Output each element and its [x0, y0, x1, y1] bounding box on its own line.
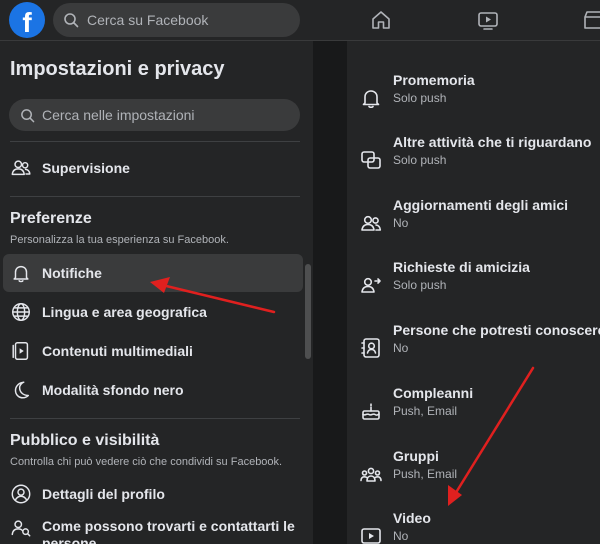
list-item-groups[interactable]: Gruppi Push, Email	[347, 448, 600, 498]
sidebar-item-label: Notifiche	[42, 265, 102, 281]
groups-icon	[360, 467, 382, 482]
overlap-squares-icon	[361, 151, 381, 169]
sidebar-item-profile-details[interactable]: Dettagli del profilo	[3, 475, 303, 513]
list-item-reminders[interactable]: Promemoria Solo push	[347, 72, 600, 122]
sidebar-item-label: Modalità sfondo nero	[42, 382, 184, 398]
sidebar-item-supervision[interactable]: Supervisione	[3, 149, 303, 187]
people-icon	[11, 160, 31, 176]
search-icon	[21, 108, 35, 122]
watch-video-icon[interactable]	[476, 8, 500, 32]
birthday-cake-icon	[362, 403, 380, 420]
list-item-other-activity[interactable]: Altre attività che ti riguardano Solo pu…	[347, 134, 600, 184]
sidebar-item-label: Dettagli del profilo	[42, 486, 165, 502]
search-icon	[64, 13, 79, 28]
row-title: Richieste di amicizia	[393, 259, 530, 275]
row-status: No	[393, 529, 409, 543]
people-search-icon	[11, 520, 31, 537]
list-item-friend-requests[interactable]: Richieste di amicizia Solo push	[347, 259, 600, 309]
contact-card-icon	[361, 338, 380, 358]
media-icon	[12, 342, 29, 360]
divider	[10, 141, 300, 142]
row-title: Gruppi	[393, 448, 439, 464]
row-status: Solo push	[393, 91, 447, 105]
facebook-logo-letter: f	[22, 7, 32, 38]
globe-icon	[12, 303, 30, 321]
facebook-search-box[interactable]	[53, 3, 300, 37]
sidebar-item-label: Contenuti multimediali	[42, 343, 193, 359]
row-status: Push, Email	[393, 467, 458, 481]
section-title-preferences: Preferenze	[10, 210, 92, 227]
row-status: Push, Email	[393, 404, 458, 418]
row-status: No	[393, 341, 409, 355]
notification-settings-panel: Promemoria Solo push Altre attività che …	[347, 41, 600, 544]
sidebar-item-language[interactable]: Lingua e area geografica	[3, 293, 303, 331]
settings-search-box[interactable]	[9, 99, 300, 131]
bell-icon	[362, 90, 380, 109]
sidebar-item-label: Supervisione	[42, 160, 130, 176]
row-title: Video	[393, 510, 431, 526]
bell-icon	[13, 265, 29, 283]
settings-search-input[interactable]	[42, 107, 282, 123]
facebook-logo[interactable]: f	[9, 2, 45, 38]
friend-request-icon	[361, 277, 381, 293]
top-bar: f	[0, 0, 600, 41]
row-title: Promemoria	[393, 72, 475, 88]
sidebar-item-label: Come possono trovarti e contattarti le p…	[42, 518, 295, 544]
row-title: Aggiornamenti degli amici	[393, 197, 569, 213]
video-icon	[361, 528, 381, 544]
friends-icon	[361, 215, 382, 231]
list-item-birthdays[interactable]: Compleanni Push, Email	[347, 385, 600, 435]
row-title: Persone che potresti conoscere	[393, 322, 600, 338]
list-item-friend-updates[interactable]: Aggiornamenti degli amici No	[347, 197, 600, 247]
row-title: Compleanni	[393, 385, 474, 401]
list-item-video[interactable]: Video No	[347, 510, 600, 544]
section-subtitle-preferences: Personalizza la tua esperienza su Facebo…	[10, 234, 229, 246]
section-subtitle-public: Controlla chi può vedere ciò che condivi…	[10, 456, 283, 468]
sidebar-scrollbar[interactable]	[305, 264, 311, 359]
moon-icon	[14, 381, 30, 399]
sidebar-item-label: Lingua e area geografica	[42, 304, 207, 320]
profile-icon	[11, 484, 31, 504]
list-item-people-you-may-know[interactable]: Persone che potresti conoscere No	[347, 322, 600, 372]
home-icon[interactable]	[369, 8, 393, 32]
facebook-search-input[interactable]	[87, 12, 287, 28]
section-title-public: Pubblico e visibilità	[10, 432, 160, 449]
divider	[10, 196, 300, 197]
sidebar-item-media[interactable]: Contenuti multimediali	[3, 332, 303, 370]
row-status: Solo push	[393, 278, 447, 292]
sidebar-item-find-contact[interactable]: Come possono trovarti e contattarti le p…	[3, 511, 303, 544]
row-title: Altre attività che ti riguardano	[393, 134, 592, 150]
sidebar-item-dark-mode[interactable]: Modalità sfondo nero	[3, 371, 303, 409]
settings-sidebar: Impostazioni e privacy Supervisione Pref…	[0, 41, 313, 544]
row-status: Solo push	[393, 153, 447, 167]
page-title: Impostazioni e privacy	[10, 58, 225, 80]
marketplace-icon[interactable]	[582, 8, 600, 32]
sidebar-item-notifications[interactable]: Notifiche	[3, 254, 303, 292]
divider	[10, 418, 300, 419]
row-status: No	[393, 216, 409, 230]
